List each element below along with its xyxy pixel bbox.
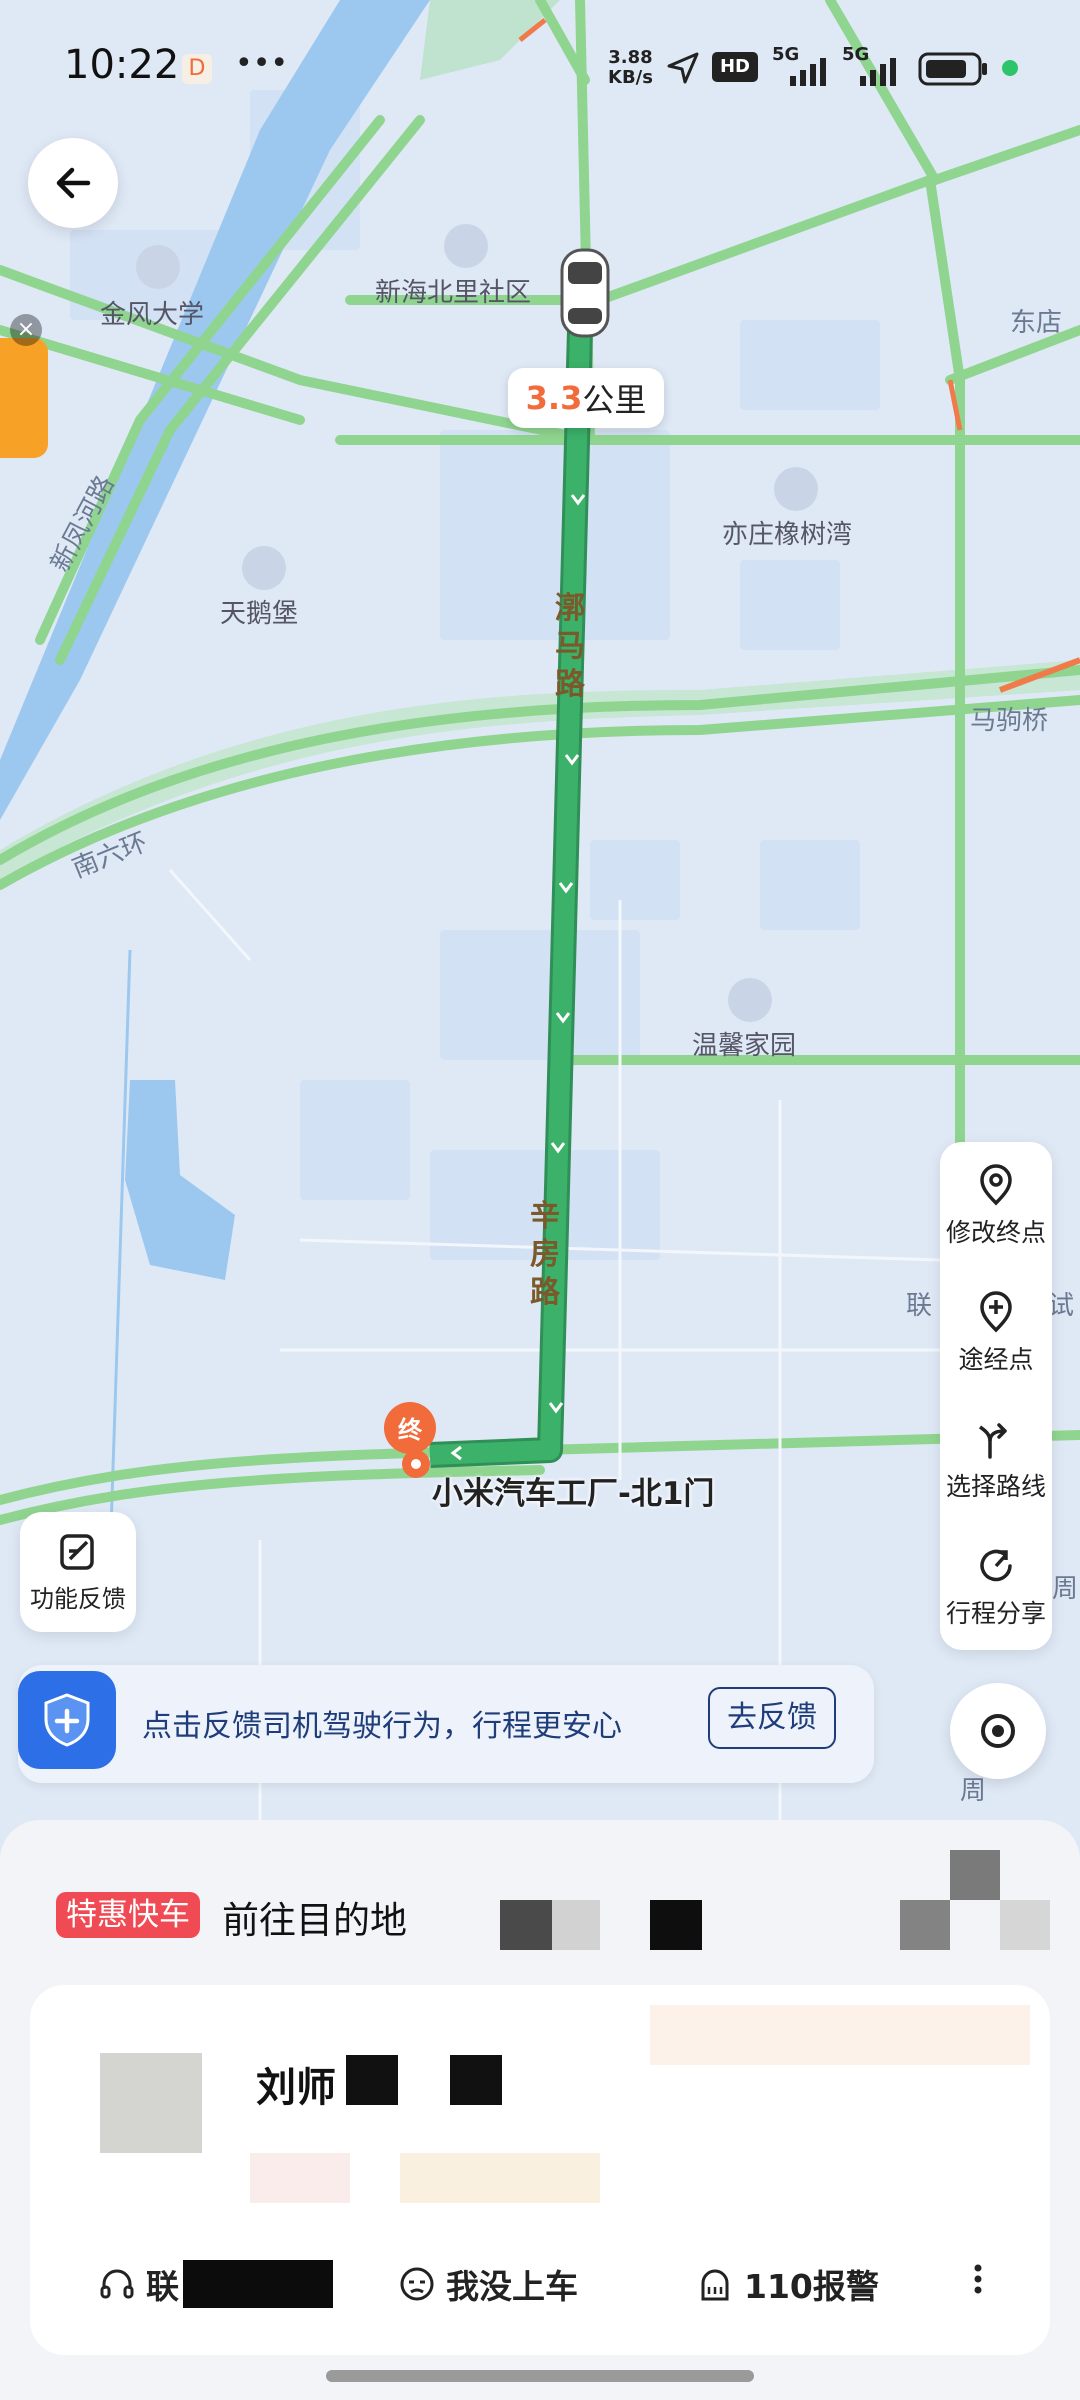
not-boarded-label: 我没上车 <box>446 2267 578 2306</box>
locate-icon <box>981 1714 1015 1748</box>
redacted-block <box>552 1900 600 1950</box>
trip-heading: 前往目的地 <box>222 1899 407 1942</box>
map-label-wenxin: 温馨家园 <box>692 1031 797 1061</box>
location-pin-icon <box>980 1163 1012 1205</box>
modify-destination-label: 修改终点 <box>945 1217 1046 1247</box>
more-vertical-icon <box>974 2264 982 2294</box>
function-feedback-label: 功能反馈 <box>30 1584 126 1613</box>
alarm-icon <box>701 2269 729 2301</box>
locate-button[interactable] <box>950 1683 1046 1779</box>
car-icon <box>560 248 610 338</box>
redacted-block <box>450 2055 502 2105</box>
map-label-majuqiao: 马驹桥 <box>970 706 1049 736</box>
share-trip-label: 行程分享 <box>945 1598 1046 1628</box>
face-icon <box>400 2267 434 2301</box>
alarm-110-label: 110报警 <box>744 2267 879 2306</box>
redacted-block <box>183 2260 333 2308</box>
alarm-110-button[interactable]: 110报警 <box>696 2260 879 2308</box>
add-waypoint-button[interactable]: 途经点 <box>940 1269 1052 1396</box>
distance-value: 3.3 <box>525 379 583 417</box>
back-button[interactable] <box>28 138 118 228</box>
add-pin-icon <box>980 1290 1012 1332</box>
status-time: 10:22 <box>64 42 180 88</box>
promo-floating-widget[interactable]: × <box>0 310 50 470</box>
network-speed: 3.88 KB/s <box>608 48 653 88</box>
function-feedback-button[interactable]: 功能反馈 <box>20 1512 136 1632</box>
safety-feedback-banner[interactable]: 点击反馈司机驾驶行为，行程更安心 去反馈 <box>18 1665 874 1783</box>
hd-icon: HD <box>712 52 758 82</box>
more-options-button[interactable] <box>968 2260 988 2298</box>
redacted-block <box>1000 1900 1050 1950</box>
service-tag: 特惠快车 <box>56 1892 200 1938</box>
redacted-block <box>250 2153 350 2203</box>
redacted-block <box>346 2055 398 2105</box>
edit-icon <box>60 1533 94 1570</box>
not-boarded-button[interactable]: 我没上车 <box>398 2260 578 2308</box>
redacted-block <box>950 1850 1000 1900</box>
status-bar: 10:22 D ••• 3.88 KB/s HD 5G 5G <box>0 0 1080 140</box>
modify-destination-button[interactable]: 修改终点 <box>940 1142 1052 1269</box>
driver-name: 刘师 <box>256 2065 336 2111</box>
battery-icon <box>918 52 987 86</box>
map-label-chengmalu: 漷马路 <box>555 591 585 702</box>
contact-driver-label: 联 <box>146 2267 179 2306</box>
map-label-zhou: 周 <box>1052 1574 1079 1604</box>
map-label-jinfeng: 金风大学 <box>100 300 205 330</box>
map-label-tiane: 天鹅堡 <box>220 599 299 629</box>
map-label-xinfanglu: 辛房路 <box>530 1199 560 1310</box>
didi-notification-icon: D <box>182 54 212 84</box>
location-arrow-icon <box>667 52 699 84</box>
headset-icon <box>100 2269 134 2299</box>
distance-unit: 公里 <box>582 381 647 419</box>
redacted-block <box>650 1900 702 1950</box>
select-route-button[interactable]: 选择路线 <box>940 1396 1052 1523</box>
map-view[interactable] <box>0 0 1080 1860</box>
route-fork-icon <box>979 1422 1007 1459</box>
map-label-xinhai: 新海北里社区 <box>375 278 532 308</box>
share-trip-button[interactable]: 行程分享 <box>940 1523 1052 1650</box>
destination-label: 小米汽车工厂-北1门 <box>432 1476 715 1512</box>
promo-close-icon[interactable]: × <box>10 314 42 346</box>
shield-icon <box>18 1671 116 1769</box>
speed-unit: KB/s <box>608 67 653 88</box>
go-feedback-button[interactable]: 去反馈 <box>708 1687 836 1749</box>
redacted-block <box>900 1900 950 1950</box>
map-tools-panel: 修改终点 途经点 选择路线 行程分享 <box>940 1142 1052 1650</box>
distance-pill: 3.3 公里 <box>508 368 664 428</box>
select-route-label: 选择路线 <box>945 1471 1046 1501</box>
signal-icon-1 <box>790 58 826 86</box>
map-label-yizhuang: 亦庄橡树湾 <box>722 520 853 550</box>
add-waypoint-label: 途经点 <box>958 1344 1034 1374</box>
contact-driver-button[interactable]: 联 <box>98 2260 333 2308</box>
banner-text: 点击反馈司机驾驶行为，行程更安心 <box>142 1709 622 1744</box>
signal-icon-2 <box>860 58 896 86</box>
home-indicator[interactable] <box>326 2370 754 2382</box>
share-icon <box>980 1549 1012 1581</box>
redacted-block <box>650 2005 1030 2065</box>
map-label-dongdian: 东店 <box>1010 308 1063 338</box>
more-notifications-icon: ••• <box>235 46 289 81</box>
speed-value: 3.88 <box>608 47 653 68</box>
charging-dot <box>1002 60 1018 76</box>
back-arrow-icon <box>56 167 91 199</box>
map-label-lianhe: 联 <box>906 1291 933 1321</box>
redacted-block <box>500 1900 552 1950</box>
destination-badge: 终 <box>398 1416 422 1444</box>
driver-avatar <box>100 2053 202 2153</box>
redacted-block <box>400 2153 600 2203</box>
